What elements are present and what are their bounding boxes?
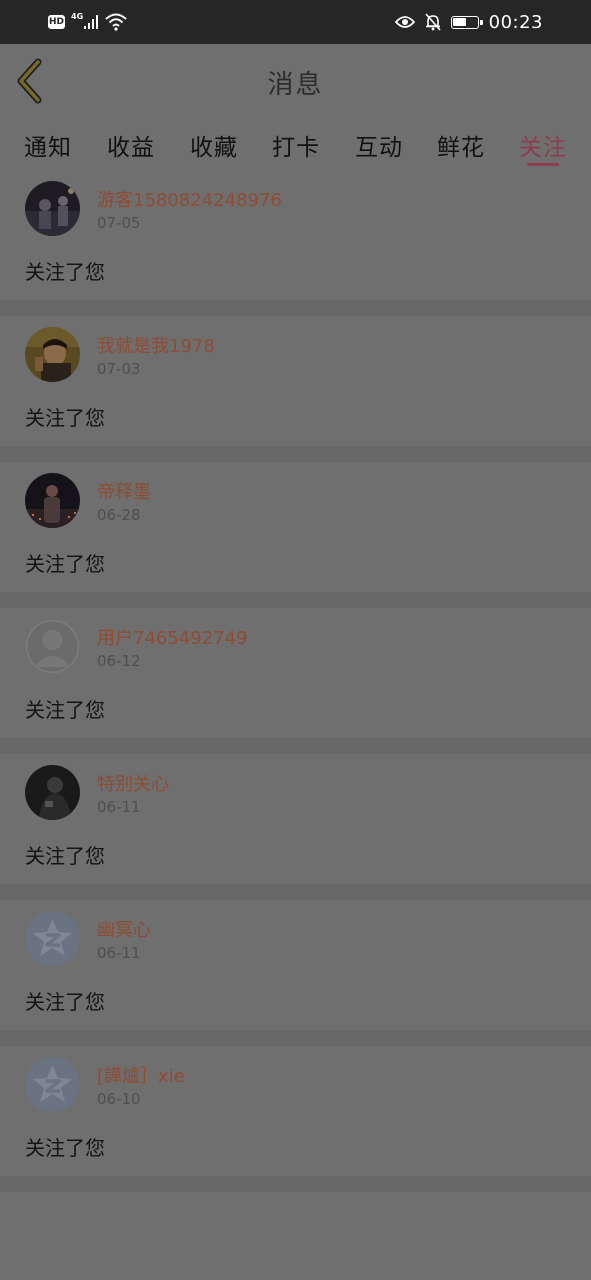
divider — [0, 1030, 591, 1046]
notification-item[interactable]: 帝释墨 06-28 关注了您 — [0, 462, 591, 592]
tab-checkin[interactable]: 打卡 — [272, 128, 320, 162]
notification-message: 关注了您 — [25, 1136, 105, 1160]
avatar[interactable] — [25, 911, 80, 966]
tab-notifications[interactable]: 通知 — [24, 128, 72, 162]
notification-message: 关注了您 — [25, 990, 105, 1014]
tab-following[interactable]: 关注 — [519, 128, 567, 162]
notification-item[interactable]: [譁爐］xie 06-10 关注了您 — [0, 1046, 591, 1176]
divider — [0, 884, 591, 900]
notification-date: 06-11 — [97, 798, 141, 816]
network-type-label: 4G — [71, 11, 84, 21]
divider — [0, 300, 591, 316]
divider — [0, 738, 591, 754]
notification-item[interactable]: 幽冥心 06-11 关注了您 — [0, 900, 591, 1030]
notification-list: 游客1580824248976 07-05 关注了您 我就是我1978 07-0… — [0, 170, 591, 1192]
notification-message: 关注了您 — [25, 260, 105, 284]
tab-bar: 通知 收益 收藏 打卡 互动 鲜花 关注 — [0, 120, 591, 170]
notification-item[interactable]: 特别关心 06-11 关注了您 — [0, 754, 591, 884]
divider — [0, 1176, 591, 1192]
avatar[interactable] — [25, 327, 80, 382]
username[interactable]: 游客1580824248976 — [97, 186, 282, 212]
status-bar: HD 4G 00:23 — [0, 0, 591, 44]
avatar[interactable] — [25, 181, 80, 236]
username[interactable]: 我就是我1978 — [97, 332, 215, 358]
username[interactable]: 用户7465492749 — [97, 624, 248, 650]
avatar[interactable] — [25, 765, 80, 820]
hd-badge: HD — [48, 15, 65, 29]
bell-off-icon — [425, 13, 441, 31]
tab-flowers[interactable]: 鲜花 — [437, 128, 485, 162]
tab-interaction[interactable]: 互动 — [355, 128, 403, 162]
battery-icon — [450, 15, 483, 29]
status-time: 00:23 — [488, 11, 543, 33]
avatar[interactable] — [25, 473, 80, 528]
notification-item[interactable]: 用户7465492749 06-12 关注了您 — [0, 608, 591, 738]
eye-icon — [394, 16, 415, 28]
notification-date: 06-28 — [97, 506, 141, 524]
notification-message: 关注了您 — [25, 698, 105, 722]
notification-message: 关注了您 — [25, 406, 105, 430]
notification-date: 07-03 — [97, 360, 141, 378]
status-right-group: 00:23 — [394, 10, 543, 34]
notification-date: 07-05 — [97, 214, 141, 232]
notification-date: 06-11 — [97, 944, 141, 962]
notification-item[interactable]: 游客1580824248976 07-05 关注了您 — [0, 170, 591, 300]
battery-cap — [479, 19, 483, 25]
notification-item[interactable]: 我就是我1978 07-03 关注了您 — [0, 316, 591, 446]
default-person-icon — [25, 619, 80, 674]
divider — [0, 446, 591, 462]
battery-fill — [453, 18, 467, 26]
notification-message: 关注了您 — [25, 552, 105, 576]
username[interactable]: 特别关心 — [97, 770, 169, 796]
header: 消息 — [0, 44, 591, 120]
page-title: 消息 — [267, 70, 324, 100]
tab-favorites[interactable]: 收藏 — [190, 128, 238, 162]
username[interactable]: 幽冥心 — [97, 916, 151, 942]
notification-date: 06-10 — [97, 1090, 141, 1108]
qq-star-icon — [25, 1057, 80, 1112]
notification-message: 关注了您 — [25, 844, 105, 868]
divider — [0, 592, 591, 608]
active-tab-indicator — [527, 163, 559, 166]
username[interactable]: 帝释墨 — [97, 478, 151, 504]
notification-date: 06-12 — [97, 652, 141, 670]
status-left-group: HD 4G — [48, 10, 127, 34]
qq-star-icon — [25, 911, 80, 966]
wifi-icon — [105, 13, 127, 31]
avatar[interactable] — [25, 619, 80, 674]
signal-icon — [84, 15, 99, 29]
avatar[interactable] — [25, 1057, 80, 1112]
username[interactable]: [譁爐］xie — [97, 1062, 185, 1088]
tab-earnings[interactable]: 收益 — [107, 128, 155, 162]
